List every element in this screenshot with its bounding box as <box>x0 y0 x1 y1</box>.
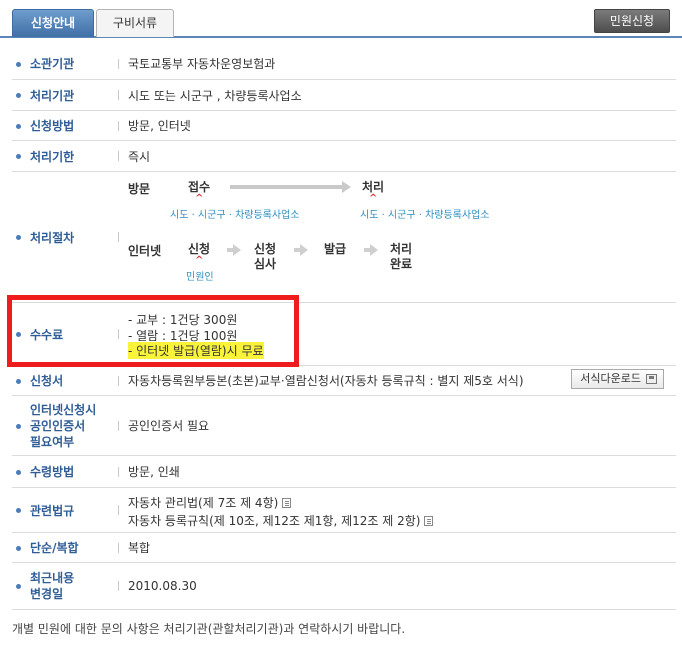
row-method: 신청방법 방문, 인터넷 <box>12 111 676 141</box>
row-value: 즉시 <box>128 149 151 164</box>
separator <box>118 542 119 553</box>
law-text: 자동차 관리법(제 7조 제 4항) <box>128 496 279 510</box>
separator <box>118 232 119 242</box>
row-agency: 소관기관 국토교통부 자동차운영보험과 <box>12 48 676 80</box>
row-label: 수령방법 <box>30 465 75 479</box>
internet-step-complete-line2: 완료 <box>390 257 413 271</box>
tab-application-info[interactable]: 신청안내 <box>12 9 94 37</box>
row-label: 처리기관 <box>30 88 75 103</box>
row-value: 국토교통부 자동차운영보험과 <box>128 57 276 71</box>
row-label-line1: 최근내용 <box>30 571 75 585</box>
internet-title: 인터넷 <box>128 244 162 258</box>
row-label: 최근내용 변경일 <box>12 563 120 609</box>
law-text: 자동차 등록규칙(제 10조, 제12조 제1항, 제12조 제 2항) <box>128 514 421 528</box>
law-link-vehicle-registration[interactable]: 자동차 등록규칙(제 10조, 제12조 제1항, 제12조 제 2항) <box>128 512 434 529</box>
row-value: 복합 <box>128 541 151 555</box>
internet-step-review-line2: 심사 <box>254 257 277 271</box>
caret-icon: ^ <box>195 193 204 204</box>
internet-step-apply-sub: 민원인 <box>186 272 214 283</box>
apply-button[interactable]: 민원신청 <box>594 9 670 33</box>
row-value: 2010.08.30 <box>128 579 197 593</box>
document-icon <box>282 498 292 508</box>
row-label-line2: 변경일 <box>30 587 64 601</box>
separator <box>118 120 119 131</box>
arrow-right-icon <box>364 244 378 256</box>
save-icon <box>646 374 657 384</box>
row-receive: 수령방법 방문, 인쇄 <box>12 456 676 488</box>
row-certificate: 인터넷신청시 공인인증서 필요여부 공인인증서 필요 <box>12 396 676 456</box>
internet-step-review: 신청 심사 <box>254 242 276 272</box>
separator <box>118 505 119 515</box>
separator <box>118 90 119 100</box>
row-value: 방문, 인쇄 <box>128 465 180 479</box>
separator <box>118 420 119 431</box>
row-form: 신청서 자동차등록원부등본(초본)교부·열람신청서(자동차 등록규칙 : 별지 … <box>12 366 676 396</box>
separator <box>118 58 119 69</box>
row-label: 소관기관 <box>30 57 75 71</box>
arrow-right-icon <box>294 244 308 256</box>
footer-note: 개별 민원에 대한 문의 사항은 처리기관(관할처리기관)과 연락하시기 바랍니… <box>12 622 406 636</box>
row-updated: 최근내용 변경일 2010.08.30 <box>12 563 676 610</box>
row-label-line1: 인터넷신청시 <box>30 402 97 417</box>
row-value: 방문, 인터넷 <box>128 119 191 133</box>
separator <box>118 151 119 161</box>
internet-step-complete: 처리 완료 <box>390 242 412 272</box>
tab-required-documents[interactable]: 구비서류 <box>96 9 174 37</box>
row-label: 인터넷신청시 공인인증서 필요여부 <box>12 396 120 455</box>
internet-step-complete-line1: 처리 <box>390 242 413 256</box>
row-label: 신청방법 <box>30 119 75 133</box>
row-label: 처리기한 <box>30 149 75 164</box>
row-procedure: 처리절차 방문 접수 ^ 시도 · 시군구 · 차량등록사업소 처리 ^ 시도 … <box>12 172 676 303</box>
row-label-line2: 공인인증서 <box>30 418 86 433</box>
caret-icon: ^ <box>369 193 378 204</box>
separator <box>118 375 119 386</box>
row-handler: 처리기관 시도 또는 시군구 , 차량등록사업소 <box>12 80 676 111</box>
row-label: 신청서 <box>30 374 64 388</box>
visit-step-process-sub: 시도 · 시군구 · 차량등록사업소 <box>360 210 490 221</box>
row-type: 단순/복합 복합 <box>12 533 676 563</box>
download-label: 서식다운로드 <box>580 372 641 385</box>
visit-title: 방문 <box>128 182 151 196</box>
row-value: 시도 또는 시군구 , 차량등록사업소 <box>128 88 302 103</box>
arrow-line <box>230 185 342 189</box>
row-value: 자동차등록원부등본(초본)교부·열람신청서(자동차 등록규칙 : 별지 제5호 … <box>128 374 524 388</box>
row-value: 공인인증서 필요 <box>128 419 210 433</box>
law-link-vehicle-management[interactable]: 자동차 관리법(제 7조 제 4항) <box>128 494 292 511</box>
separator <box>118 466 119 477</box>
visit-step-receive-sub: 시도 · 시군구 · 차량등록사업소 <box>170 210 300 221</box>
row-deadline: 처리기한 즉시 <box>12 141 676 172</box>
internet-step-review-line1: 신청 <box>254 242 277 256</box>
row-label-line3: 필요여부 <box>30 434 75 449</box>
row-laws: 관련법규 자동차 관리법(제 7조 제 4항) 자동차 등록규칙(제 10조, … <box>12 488 676 533</box>
internet-step-issue: 발급 <box>324 242 347 256</box>
highlight-box <box>7 295 299 367</box>
arrow-head-icon <box>342 181 351 193</box>
row-label: 관련법규 <box>30 503 75 518</box>
row-label: 처리절차 <box>30 230 75 245</box>
caret-icon: ^ <box>195 255 204 266</box>
row-label: 단순/복합 <box>30 541 79 555</box>
form-download-button[interactable]: 서식다운로드 <box>571 369 664 389</box>
separator <box>118 581 119 591</box>
tab-bar: 신청안내 구비서류 민원신청 <box>0 0 682 38</box>
arrow-right-icon <box>227 244 241 256</box>
document-icon <box>424 516 434 526</box>
